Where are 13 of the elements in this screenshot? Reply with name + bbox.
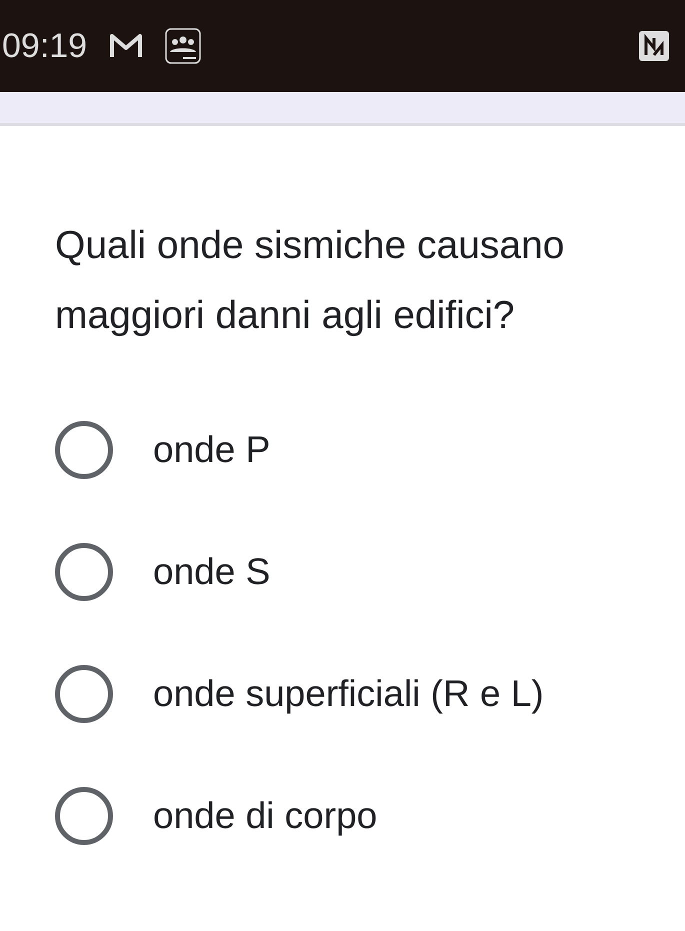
option-label[interactable]: onde di corpo [153,788,378,844]
option-label[interactable]: onde S [153,544,270,600]
nfc-icon [639,31,669,61]
clock: 09:19 [2,26,88,66]
people-icon [165,28,202,64]
radio-button[interactable] [55,543,113,601]
option-label[interactable]: onde superficiali (R e L) [153,666,544,722]
radio-button[interactable] [55,665,113,723]
radio-button[interactable] [55,787,113,845]
mail-icon [109,32,144,60]
option-label[interactable]: onde P [153,422,270,478]
radio-button[interactable] [55,421,113,479]
question-text: Quali onde sismiche causano maggiori danni agli edifici? [55,223,566,339]
